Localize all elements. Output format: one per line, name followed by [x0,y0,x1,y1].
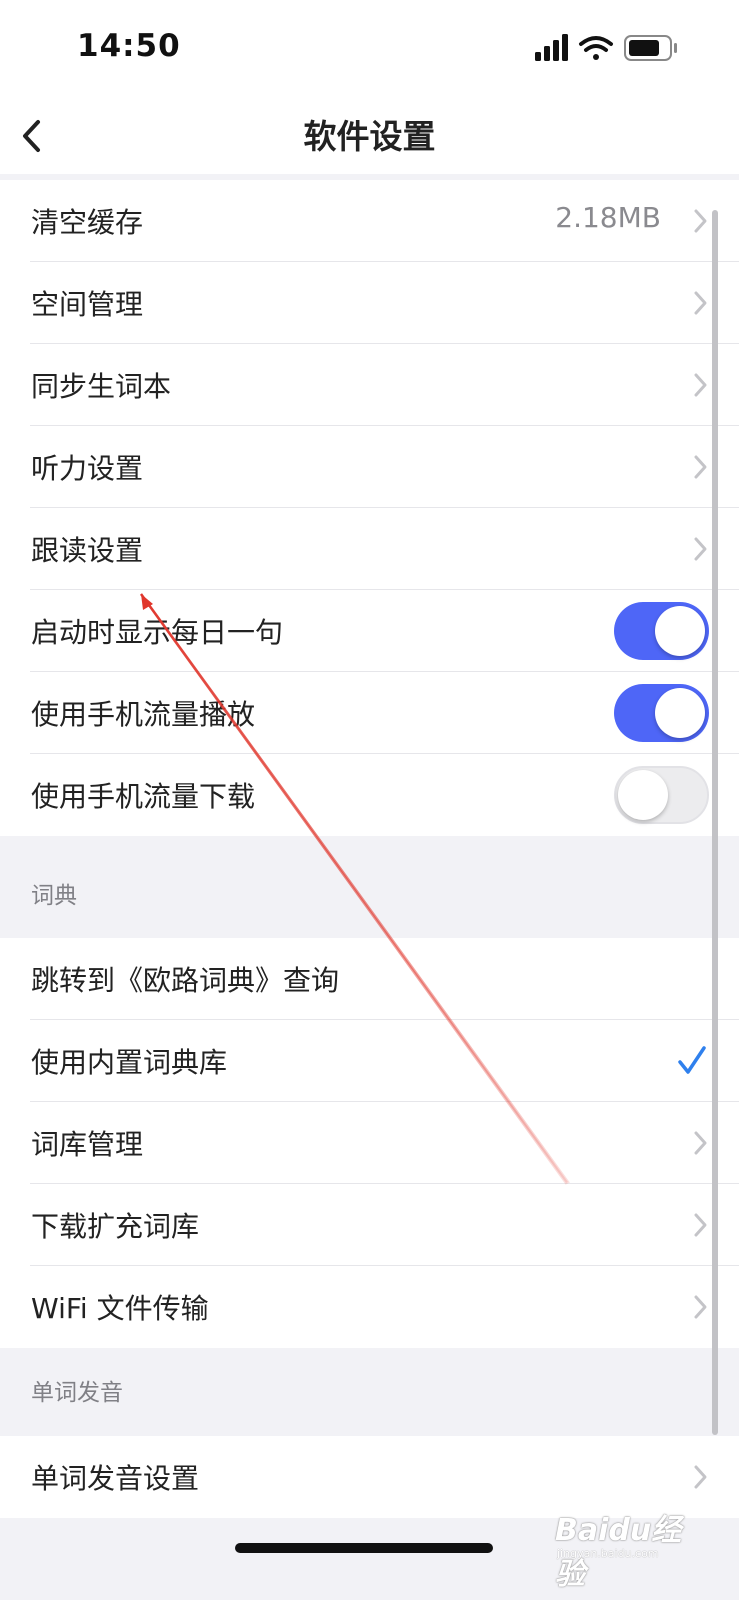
watermark: Baidu经验 jingyan.baidu.com [555,1497,705,1592]
row-library-management[interactable]: 词库管理 [0,1102,739,1184]
row-cellular-playback: 使用手机流量播放 [0,672,739,754]
chevron-right-icon [694,209,707,233]
row-download-extended[interactable]: 下载扩充词库 [0,1184,739,1266]
toggle-knob [655,688,705,738]
chevron-right-icon [694,1213,707,1237]
row-label: 启动时显示每日一句 [31,616,284,649]
wifi-icon [579,36,613,60]
row-wifi-transfer[interactable]: WiFi 文件传输 [0,1266,739,1348]
row-label: WiFi 文件传输 [31,1292,209,1325]
row-shadowing-settings[interactable]: 跟读设置 [0,508,739,590]
cache-size-value: 2.18MB [555,201,661,234]
row-label: 使用手机流量下载 [31,780,256,813]
chevron-right-icon [694,1295,707,1319]
row-label: 使用手机流量播放 [31,698,256,731]
battery-icon [624,35,677,61]
page-title: 软件设置 [303,117,436,156]
section-header-dictionary: 词典 [31,883,77,909]
cellular-download-toggle[interactable] [614,766,709,824]
home-indicator [235,1543,493,1553]
daily-sentence-toggle[interactable] [614,602,709,660]
checkmark-icon [678,1046,706,1074]
row-clear-cache[interactable]: 清空缓存 2.18MB [0,180,739,262]
chevron-right-icon [694,1131,707,1155]
row-label: 空间管理 [31,288,144,321]
row-listening-settings[interactable]: 听力设置 [0,426,739,508]
settings-group-general: 清空缓存 2.18MB 空间管理 同步生词本 听力设置 跟读设置 启动时显示每日… [0,180,739,836]
row-space-management[interactable]: 空间管理 [0,262,739,344]
status-icons [535,34,677,61]
cellular-signal-icon [535,34,568,61]
row-jump-eudic[interactable]: 跳转到《欧路词典》查询 [0,938,739,1020]
toggle-knob [618,770,668,820]
row-label: 跳转到《欧路词典》查询 [31,964,340,997]
row-sync-wordbook[interactable]: 同步生词本 [0,344,739,426]
row-daily-sentence: 启动时显示每日一句 [0,590,739,672]
row-label: 跟读设置 [31,534,144,567]
chevron-right-icon [694,373,707,397]
chevron-right-icon [694,537,707,561]
section-header-pronunciation: 单词发音 [31,1380,123,1406]
row-label: 词库管理 [31,1128,144,1161]
row-label: 单词发音设置 [31,1462,200,1495]
status-bar: 14:50 [0,0,739,96]
toggle-knob [655,606,705,656]
row-label: 清空缓存 [31,206,144,239]
row-cellular-download: 使用手机流量下载 [0,754,739,836]
row-label: 听力设置 [31,452,144,485]
row-label: 使用内置词典库 [31,1046,228,1079]
chevron-right-icon [694,455,707,479]
chevron-right-icon [694,291,707,315]
watermark-url: jingyan.baidu.com [557,1547,659,1560]
row-builtin-dictionary[interactable]: 使用内置词典库 [0,1020,739,1102]
chevron-right-icon [694,1465,707,1489]
nav-bar: 软件设置 [0,96,739,174]
scrollbar[interactable] [712,210,718,1435]
row-label: 下载扩充词库 [31,1210,200,1243]
row-label: 同步生词本 [31,370,172,403]
settings-group-dictionary: 跳转到《欧路词典》查询 使用内置词典库 词库管理 下载扩充词库 WiFi 文件传… [0,938,739,1348]
status-time: 14:50 [77,28,181,64]
cellular-playback-toggle[interactable] [614,684,709,742]
